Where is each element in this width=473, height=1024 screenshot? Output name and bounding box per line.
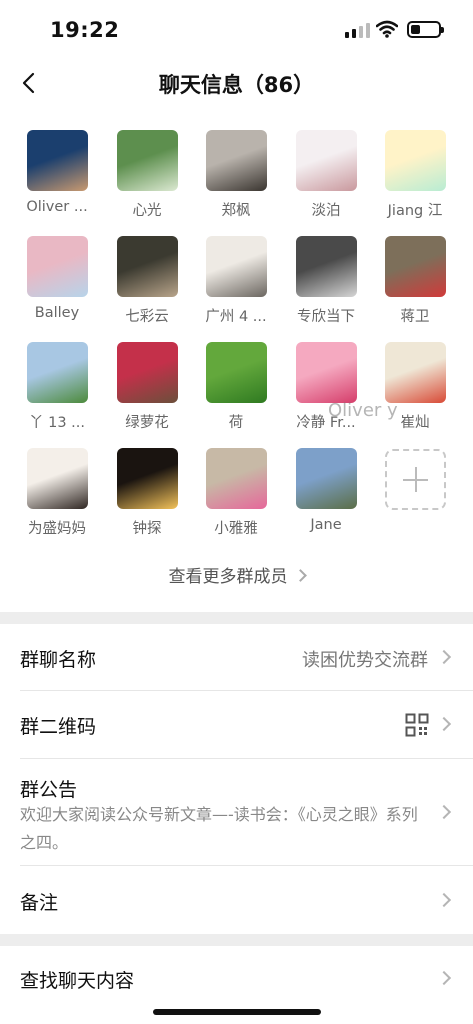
member-name: 崔灿 <box>400 415 430 431</box>
navigation-bar: 聊天信息（86） <box>0 60 473 106</box>
group-notice-row[interactable]: 群公告 欢迎大家阅读公众号新文章—-读书会：《心灵之眼》系列之四。 <box>0 759 473 865</box>
avatar <box>385 342 446 403</box>
avatar <box>117 130 178 191</box>
members-grid: Oliver ... 心光 郑枫 淡泊 Jiang 江 Balley 七彩云 广州 4 ...… <box>0 106 473 612</box>
member-name: Jane <box>310 517 342 533</box>
avatar <box>117 342 178 403</box>
avatar <box>27 448 88 509</box>
member-item[interactable]: Oliver ... <box>12 106 102 215</box>
chevron-right-icon <box>293 569 307 582</box>
avatar <box>117 448 178 509</box>
remark-row[interactable]: 备注 <box>0 866 473 934</box>
group-name-value: 读困优势交流群 <box>302 650 428 671</box>
add-member-button[interactable] <box>385 449 446 510</box>
avatar <box>385 130 446 191</box>
member-item[interactable]: 荷 <box>191 318 281 431</box>
member-item[interactable]: 崔灿 <box>370 318 460 431</box>
page-title: 聊天信息（86） <box>158 73 315 97</box>
qr-code-icon <box>405 713 429 737</box>
group-qr-row[interactable]: 群二维码 <box>0 691 473 758</box>
member-item[interactable]: 七彩云 <box>102 212 192 325</box>
more-members-link[interactable]: 查看更多群成员 <box>0 562 473 587</box>
avatar <box>206 130 267 191</box>
remark-label: 备注 <box>20 892 59 914</box>
chevron-right-icon <box>436 804 452 820</box>
search-chat-row[interactable]: 查找聊天内容 <box>0 946 473 1010</box>
member-item[interactable]: 心光 <box>102 106 192 219</box>
chevron-right-icon <box>436 892 452 908</box>
member-name: 小雅雅 <box>214 521 258 537</box>
status-time: 19:22 <box>50 18 120 42</box>
avatar <box>206 342 267 403</box>
home-indicator <box>153 1009 321 1015</box>
group-name-row[interactable]: 群聊名称 读困优势交流群 <box>0 624 473 690</box>
group-info-section: 群聊名称 读困优势交流群 群二维码 群公告 欢迎大家阅读公众号新文章—-读书会：… <box>0 624 473 934</box>
avatar <box>27 236 88 297</box>
battery-icon <box>407 21 444 38</box>
avatar <box>27 130 88 191</box>
group-notice-label: 群公告 <box>20 779 78 801</box>
avatar <box>385 236 446 297</box>
avatar <box>117 236 178 297</box>
member-item[interactable]: 淡泊 <box>281 106 371 219</box>
member-item[interactable]: 绿萝花 <box>102 318 192 431</box>
member-name: 钟探 <box>132 521 162 537</box>
member-item[interactable]: 冷静 Fr... <box>281 318 371 431</box>
member-item[interactable]: Jiang 江 <box>370 106 460 219</box>
member-item[interactable]: 蒋卫 <box>370 212 460 325</box>
member-item[interactable]: 专欣当下 <box>281 212 371 325</box>
avatar <box>296 130 357 191</box>
member-item[interactable]: 小雅雅 <box>191 424 281 537</box>
member-item[interactable]: 为盛妈妈 <box>12 424 102 537</box>
wifi-icon <box>376 20 398 38</box>
cellular-signal-icon <box>345 22 370 38</box>
member-item[interactable]: 广州 4 ... <box>191 212 281 325</box>
avatar <box>296 448 357 509</box>
member-item[interactable]: Balley <box>12 212 102 321</box>
member-item[interactable]: Jane <box>281 424 371 533</box>
member-item[interactable]: 钟探 <box>102 424 192 537</box>
status-bar: 19:22 <box>0 0 473 60</box>
member-item[interactable]: 郑枫 <box>191 106 281 219</box>
chevron-right-icon <box>436 970 452 986</box>
avatar <box>206 236 267 297</box>
avatar <box>296 342 357 403</box>
member-item[interactable]: 丫 13 ... <box>12 318 102 431</box>
search-chat-label: 查找聊天内容 <box>20 970 135 992</box>
avatar <box>206 448 267 509</box>
chevron-right-icon <box>436 649 452 665</box>
avatar <box>296 236 357 297</box>
group-name-label: 群聊名称 <box>20 649 97 671</box>
more-members-label: 查看更多群成员 <box>168 567 288 587</box>
group-notice-text: 欢迎大家阅读公众号新文章—-读书会：《心灵之眼》系列之四。 <box>20 805 418 852</box>
chevron-right-icon <box>436 716 452 732</box>
avatar <box>27 342 88 403</box>
group-qr-label: 群二维码 <box>20 716 97 738</box>
member-name: 为盛妈妈 <box>28 521 86 537</box>
